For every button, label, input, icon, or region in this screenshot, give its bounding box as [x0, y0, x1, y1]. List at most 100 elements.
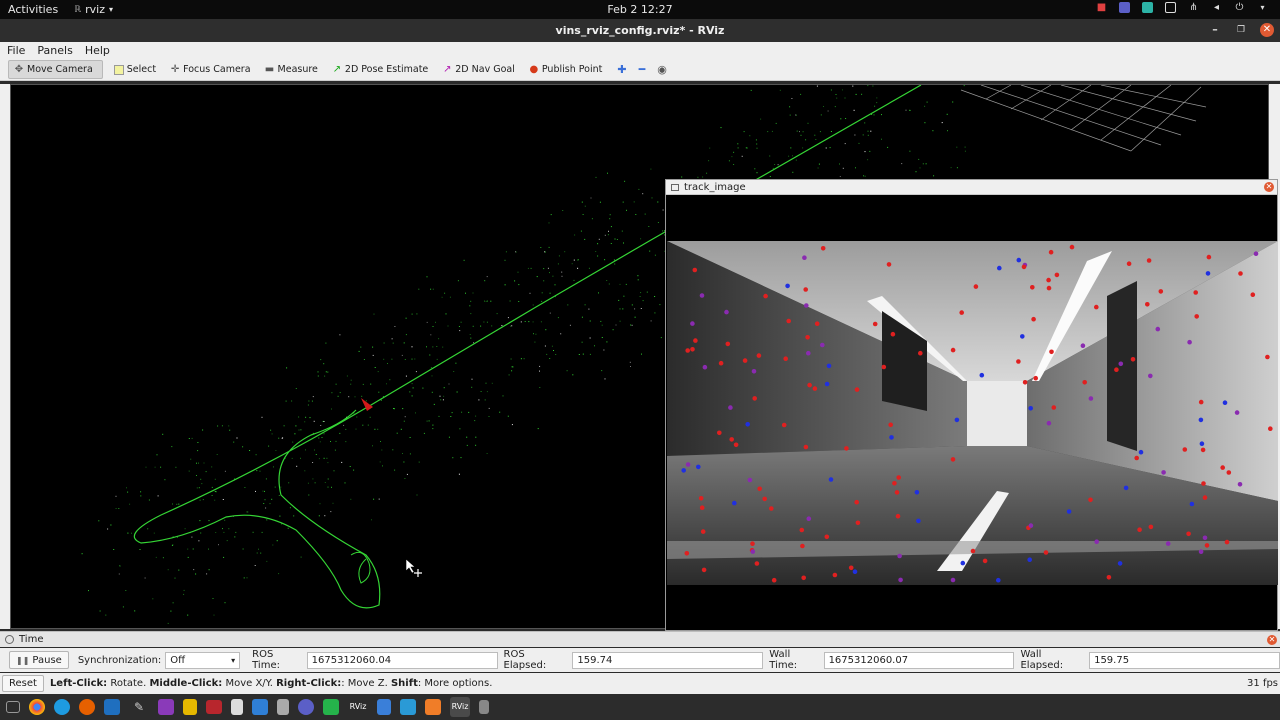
minimize-icon[interactable]: –	[1208, 23, 1222, 37]
app-tray-icon[interactable]	[1142, 2, 1153, 13]
editor-icon[interactable]	[252, 699, 268, 715]
cloud-point	[728, 160, 730, 162]
firefox-icon[interactable]	[79, 699, 95, 715]
camera-indicator-icon[interactable]: ■	[1096, 2, 1107, 13]
trash-icon[interactable]	[479, 700, 489, 714]
green-app-icon[interactable]	[323, 699, 339, 715]
cloud-point	[332, 502, 334, 504]
left-dock-handle[interactable]	[0, 84, 10, 629]
cloud-point	[334, 449, 336, 451]
pen-tool-icon[interactable]: ✎	[129, 697, 149, 717]
menu-panels[interactable]: Panels	[37, 44, 72, 57]
close-icon[interactable]: ✕	[1264, 182, 1274, 192]
add-tool-icon[interactable]: ✚	[617, 63, 626, 76]
focus-camera-tool[interactable]: ✛ Focus Camera	[165, 60, 259, 79]
cloud-point	[956, 146, 958, 148]
cloud-point	[619, 283, 621, 285]
wall-time-field[interactable]: 1675312060.07	[823, 651, 1015, 669]
file-icon[interactable]	[231, 699, 243, 715]
window-tray-icon[interactable]	[1165, 2, 1176, 13]
cloud-point	[409, 437, 411, 438]
close-icon[interactable]: ✕	[1267, 635, 1277, 645]
cloud-point	[439, 395, 441, 397]
cloud-point	[429, 354, 431, 356]
rviz-active-icon[interactable]: RViz	[450, 697, 470, 717]
document-icon[interactable]	[277, 699, 289, 715]
publish-point-tool[interactable]: ● Publish Point	[524, 60, 611, 79]
feature-point	[950, 347, 956, 353]
teams-icon[interactable]	[298, 699, 314, 715]
feature-point	[890, 331, 896, 337]
whiteboard-icon[interactable]	[400, 699, 416, 715]
activities-button[interactable]: Activities	[8, 3, 58, 16]
network-icon[interactable]: ⋔	[1188, 2, 1199, 13]
cloud-point	[380, 399, 382, 401]
vlc-icon[interactable]	[158, 699, 174, 715]
cloud-point	[548, 246, 550, 248]
cloud-point	[228, 528, 230, 530]
feature-point	[804, 303, 809, 308]
sync-select[interactable]: Off ▾	[165, 651, 241, 669]
power-icon[interactable]: ⏻	[1234, 2, 1245, 13]
feature-point	[894, 490, 900, 495]
pose-estimate-tool[interactable]: ↗ 2D Pose Estimate	[327, 60, 437, 79]
cloud-point	[246, 511, 248, 513]
feature-point	[1033, 375, 1038, 381]
blue-doc-icon[interactable]	[377, 699, 391, 715]
cloud-point	[236, 437, 238, 439]
teams-tray-icon[interactable]	[1119, 2, 1130, 13]
track-image-header[interactable]: track_image ✕	[666, 180, 1277, 195]
tool-properties-icon[interactable]: ◉	[657, 63, 667, 76]
nav-goal-tool[interactable]: ↗ 2D Nav Goal	[437, 60, 524, 79]
feature-point	[1054, 272, 1060, 278]
feature-point	[1016, 359, 1021, 364]
cloud-point	[319, 441, 321, 443]
edge-icon[interactable]	[54, 699, 70, 715]
cloud-point	[842, 89, 843, 91]
time-panel-header[interactable]: Time ✕	[0, 631, 1280, 647]
pause-button[interactable]: ❚❚ Pause	[9, 651, 69, 669]
feature-point	[681, 468, 686, 473]
move-camera-tool[interactable]: ✥ Move Camera	[8, 60, 103, 79]
close-icon[interactable]: ✕	[1260, 23, 1274, 37]
cloud-point	[572, 374, 574, 376]
cloud-point	[409, 391, 411, 393]
app-menu[interactable]: ℝ rviz ▾	[74, 3, 113, 16]
cloud-point	[501, 325, 503, 327]
ros-time-field[interactable]: 1675312060.04	[306, 651, 498, 669]
maximize-icon[interactable]: ❐	[1234, 23, 1248, 37]
chevron-down-icon[interactable]: ▾	[1257, 2, 1268, 13]
cloud-point	[867, 134, 869, 136]
terminal-red-icon[interactable]	[206, 700, 222, 714]
select-tool[interactable]: Select	[109, 60, 165, 79]
show-desktop-icon[interactable]	[6, 701, 20, 713]
chrome-icon[interactable]	[29, 699, 45, 715]
reset-button[interactable]: Reset	[2, 675, 44, 692]
cloud-point	[415, 412, 416, 414]
cloud-point	[514, 280, 516, 282]
orange-app-icon[interactable]	[425, 699, 441, 715]
window-title-bar[interactable]: vins_rviz_config.rviz* - RViz – ❐ ✕	[0, 19, 1280, 42]
cloud-point	[484, 280, 486, 282]
menu-file[interactable]: File	[7, 44, 25, 57]
feature-point	[717, 430, 722, 436]
cloud-point	[192, 548, 194, 550]
cloud-point	[569, 324, 571, 326]
cloud-point	[391, 338, 393, 340]
remove-tool-icon[interactable]: ━	[639, 63, 646, 76]
cloud-point	[107, 528, 109, 530]
measure-tool[interactable]: ▬ Measure	[260, 60, 327, 79]
clock[interactable]: Feb 2 12:27	[0, 3, 1280, 16]
ros-elapsed-field[interactable]: 159.74	[572, 651, 764, 669]
clock-icon	[5, 635, 14, 644]
feature-point	[685, 462, 691, 467]
volume-icon[interactable]: ◂	[1211, 2, 1222, 13]
wall-elapsed-field[interactable]: 159.75	[1089, 651, 1280, 669]
vscode-icon[interactable]	[104, 699, 120, 715]
notes-icon[interactable]	[183, 699, 197, 715]
cloud-point	[274, 486, 276, 488]
cloud-point	[619, 308, 621, 310]
menu-help[interactable]: Help	[85, 44, 110, 57]
mouse-cursor-icon	[405, 558, 422, 577]
rviz-icon[interactable]: RViz	[348, 697, 368, 717]
